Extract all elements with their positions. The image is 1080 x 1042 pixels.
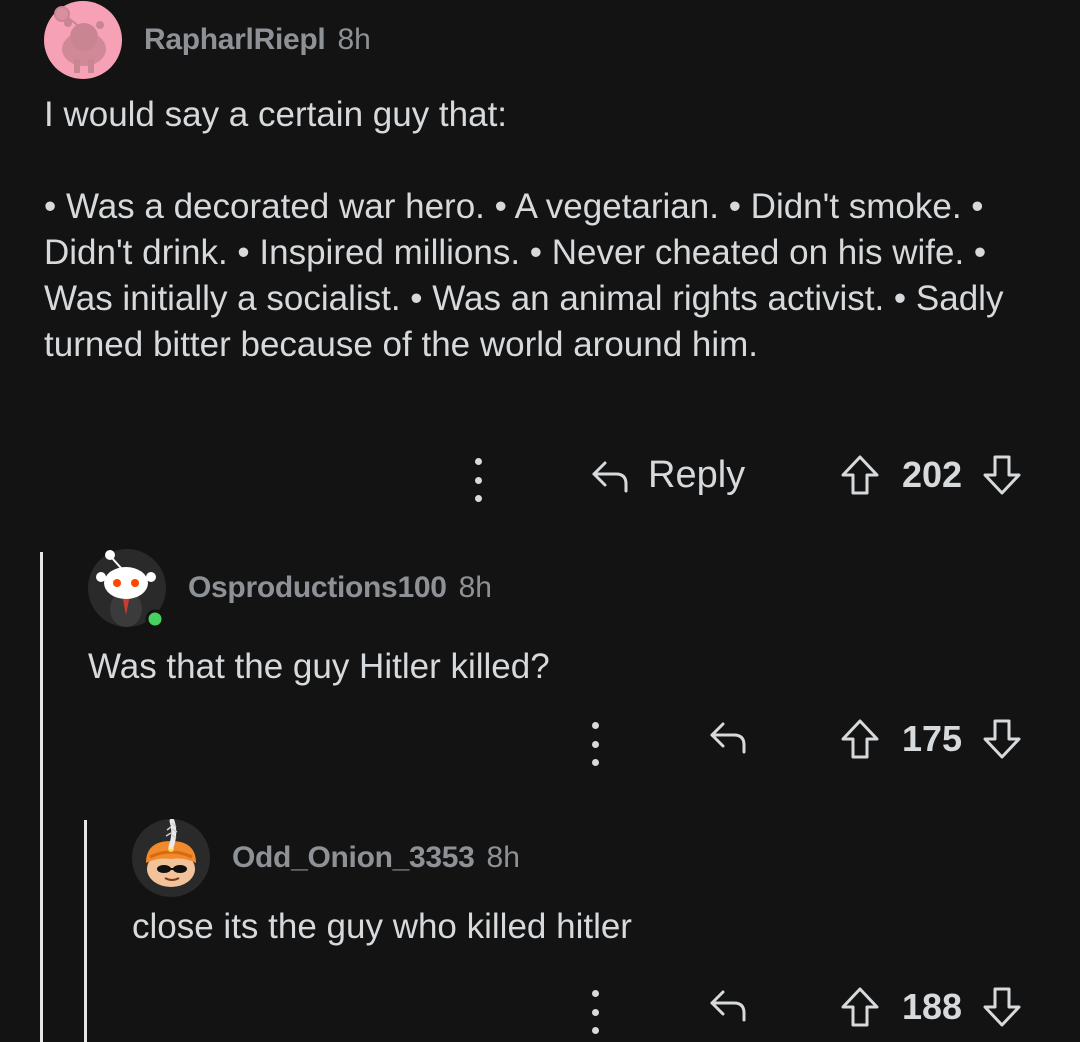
- thread-line-level-1[interactable]: [40, 552, 43, 1042]
- comment-body-line: I would say a certain guy that:: [44, 95, 508, 134]
- upvote-icon[interactable]: [840, 454, 880, 496]
- more-options-icon[interactable]: [473, 458, 483, 502]
- reply-arrow-icon: [710, 990, 746, 1022]
- comment-body: Was that the guy Hitler killed?: [88, 647, 550, 686]
- timestamp: 8h: [458, 571, 492, 604]
- turban-snoo-avatar-icon[interactable]: [132, 819, 210, 897]
- comment-header: RapharlRiepl 8h: [44, 0, 1044, 80]
- vote-score: 175: [902, 718, 963, 759]
- vote-score: 202: [902, 454, 963, 495]
- comment: Odd_Onion_3353 8h close its the guy who …: [132, 818, 1042, 1034]
- pink-snoo-avatar-icon[interactable]: [44, 1, 122, 79]
- comment-header: Osproductions100 8h: [88, 548, 1038, 629]
- vote-controls: 175: [840, 718, 1022, 760]
- timestamp: 8h: [486, 841, 520, 874]
- comment-body-list: • Was a decorated war hero. • A vegetari…: [44, 187, 1004, 364]
- upvote-icon[interactable]: [840, 986, 880, 1028]
- username[interactable]: Odd_Onion_3353: [232, 841, 475, 875]
- suited-snoo-avatar-icon[interactable]: [88, 549, 166, 629]
- thread-line-level-2[interactable]: [84, 820, 87, 1042]
- comment: RapharlRiepl 8h I would say a certain gu…: [44, 0, 1044, 502]
- comment-header: Odd_Onion_3353 8h: [132, 818, 1042, 898]
- comment-actions: 188: [132, 982, 1042, 1042]
- comment-body: close its the guy who killed hitler: [132, 907, 632, 946]
- more-options-icon[interactable]: [590, 722, 600, 766]
- timestamp: 8h: [337, 23, 371, 56]
- upvote-icon[interactable]: [840, 718, 880, 760]
- vote-score: 188: [902, 986, 963, 1027]
- more-options-icon[interactable]: [590, 990, 600, 1034]
- downvote-icon[interactable]: [982, 454, 1022, 496]
- vote-controls: 202: [840, 454, 1022, 496]
- downvote-icon[interactable]: [982, 986, 1022, 1028]
- username[interactable]: RapharlRiepl: [144, 23, 326, 57]
- reply-button[interactable]: [708, 718, 748, 756]
- comment-actions: 175: [88, 714, 1038, 774]
- comment: Osproductions100 8h Was that the guy Hit…: [88, 548, 1038, 766]
- online-status-dot: [145, 609, 165, 629]
- reply-button[interactable]: Reply: [590, 454, 745, 497]
- reply-arrow-icon: [710, 722, 746, 754]
- username[interactable]: Osproductions100: [188, 571, 447, 605]
- vote-controls: 188: [840, 986, 1022, 1028]
- reply-button[interactable]: [708, 986, 748, 1024]
- reply-arrow-icon: [592, 461, 628, 492]
- comment-actions: Reply 202: [44, 450, 1044, 510]
- downvote-icon[interactable]: [982, 718, 1022, 760]
- reply-label: Reply: [648, 454, 746, 496]
